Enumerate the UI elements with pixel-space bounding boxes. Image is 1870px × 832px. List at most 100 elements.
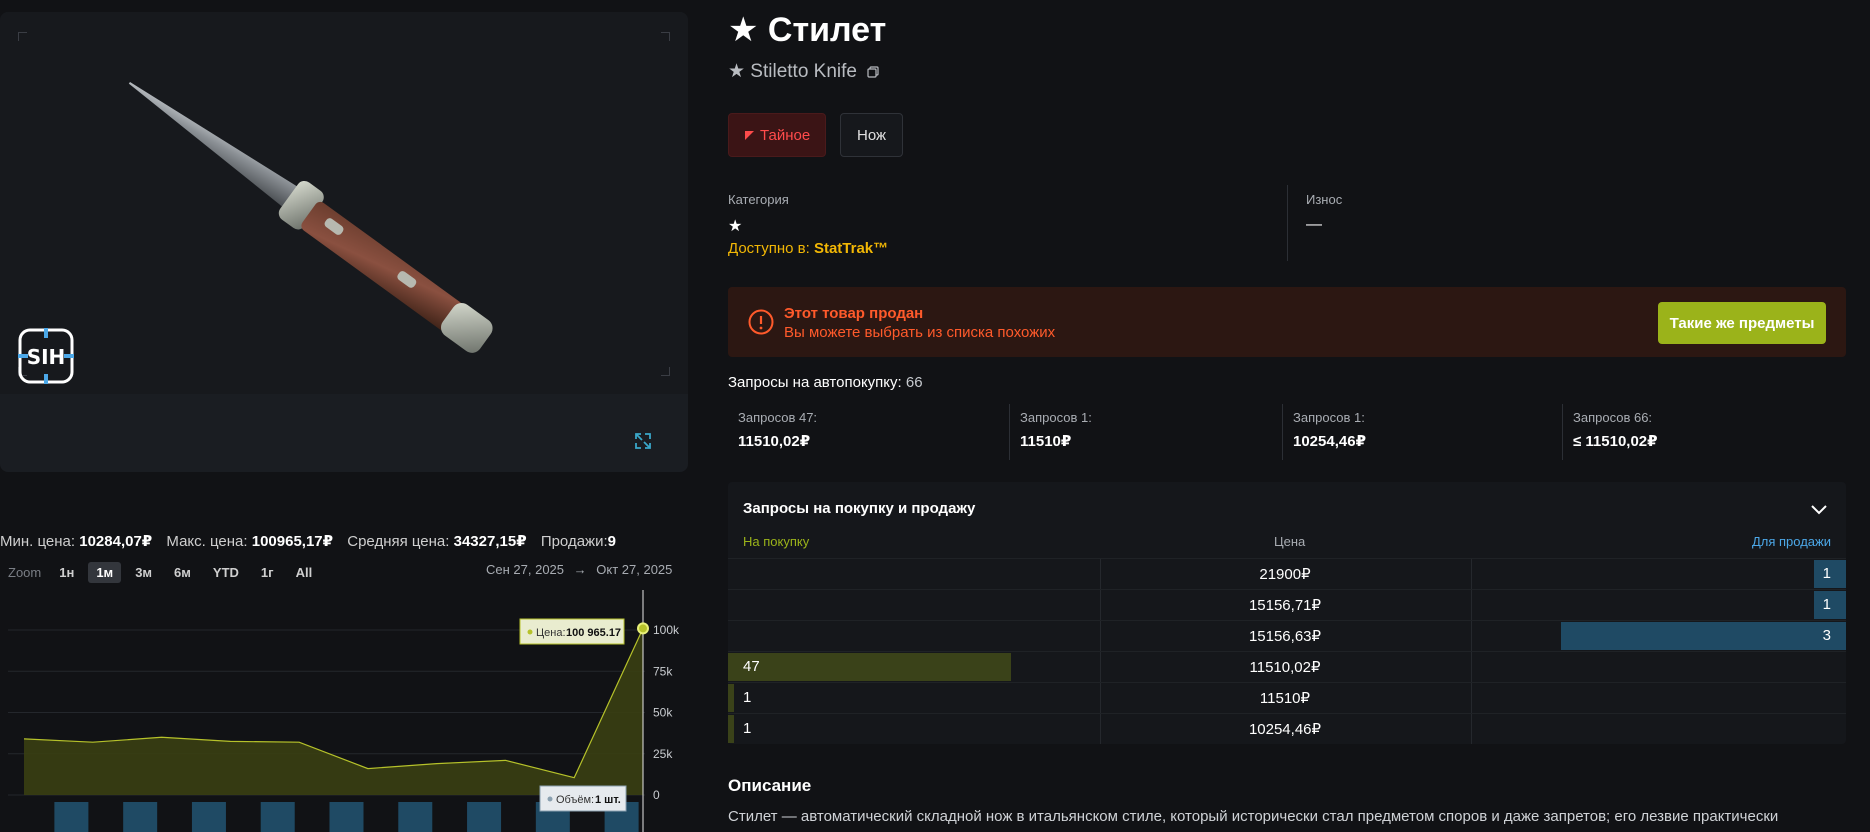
hover-point [637,622,649,635]
alert-text: Вы можете выбрать из списка похожих [784,324,1056,341]
min-price-label: Мин. цена: [0,533,76,550]
available-prefix: Доступно в: [728,240,810,257]
sales-label: Продажи: [540,533,608,550]
volume-bar [260,802,295,832]
sell-volume-bar [1561,622,1846,650]
copy-icon[interactable] [867,66,879,78]
min-price-value: 10284,07₽ [79,533,153,550]
alert-title: Этот товар продан [784,305,924,322]
orders-panel: Запросы на покупку и продажу На покупку … [728,482,1846,744]
avg-price-value: 34327,15₽ [453,533,527,550]
zoom-1m-button[interactable]: 1м [88,562,122,583]
category-label: Категория [728,192,789,207]
row-divider [1471,652,1472,682]
autobuy-count: 66 [905,374,923,391]
order-price: 15156,63₽ [1248,628,1322,645]
buy-quantity: 47 [743,658,760,675]
autobuy-separator [1282,404,1283,460]
frame-corner [661,32,670,41]
item-image-card: SIH [0,12,688,472]
price-area [24,628,643,795]
type-tag[interactable]: Нож [840,113,903,157]
tooltip-dot [527,629,533,635]
autobuy-summary: Запросы на автопокупку: 66 [728,374,923,391]
autobuy-separator [1009,404,1010,460]
y-tick-label: 50k [653,706,673,720]
row-divider [1471,714,1472,744]
buy-volume-bar [728,715,734,743]
y-tick-label: 100k [653,623,680,637]
order-price: 10254,46₽ [1248,721,1322,738]
autobuy-box-label: Запросов 1: [1293,410,1365,425]
expand-icon[interactable] [634,432,652,450]
sih-logo: SIH [18,328,74,384]
autobuy-box: Запросов 66: ≤ 11510,02₽ [1573,404,1835,460]
rarity-tag[interactable]: Тайное [728,113,826,157]
row-divider [1471,590,1472,620]
frame-corner [661,367,670,376]
autobuy-box-label: Запросов 47: [738,410,818,425]
autobuy-box: Запросов 1: 10254,46₽ [1293,404,1555,460]
row-divider [1471,559,1472,589]
order-price: 21900₽ [1259,566,1311,583]
autobuy-box-label: Запросов 1: [1020,410,1092,425]
orders-title: Запросы на покупку и продажу [743,500,976,517]
autobuy-box-label: Запросов 66: [1573,410,1653,425]
row-divider [1471,683,1472,713]
date-range[interactable]: Сен 27, 2025 → Окт 27, 2025 [486,562,672,577]
available-in: Доступно в: StatTrak™ [728,240,888,257]
description-title: Описание [728,776,812,795]
svg-text:SIH: SIH [27,345,66,369]
tooltip-price-label: Цена: [536,627,566,639]
autobuy-box-value: 11510₽ [1020,433,1072,450]
sell-column-header[interactable]: Для продажи [1752,534,1831,549]
order-price: 15156,71₽ [1248,597,1322,614]
autobuy-box: Запросов 1: 11510₽ [1020,404,1282,460]
autobuy-separator [1562,404,1563,460]
volume-bar [123,802,158,832]
order-row: 21900₽ 1 [728,558,1846,589]
zoom-3m-button[interactable]: 3м [127,562,160,583]
autobuy-box-value: ≤ 11510,02₽ [1573,433,1658,450]
stiletto-knife-image [128,82,493,353]
warning-icon [748,309,774,335]
price-chart[interactable]: 100k 75k 50k 25k 0 Цена: 100 965.17 Объём: 1 шт. [0,590,688,832]
date-to[interactable]: Окт 27, 2025 [596,562,672,577]
info-divider [1287,185,1288,261]
row-divider [1471,621,1472,651]
description-text: Стилет — автоматический складной нож в и… [728,808,1779,825]
zoom-label: Zoom [8,565,42,580]
volume-bar [191,802,226,832]
buy-volume-bar [728,684,734,712]
order-row: 15156,63₽ 3 [728,620,1846,651]
order-row: 1 11510₽ [728,682,1846,713]
avg-price-label: Средняя цена: [347,533,450,550]
date-from[interactable]: Сен 27, 2025 [486,562,564,577]
item-subtitle: ★ Stiletto Knife [728,60,879,83]
order-row: 1 10254,46₽ [728,713,1846,744]
type-tag-label: Нож [857,126,887,144]
similar-items-button[interactable]: Такие же предметы [1658,302,1826,344]
buy-quantity: 1 [743,720,752,737]
zoom-controls: Zoom 1н 1м 3м 6м YTD 1г All [8,562,326,583]
chevron-down-icon[interactable] [1810,500,1828,518]
y-tick-label: 75k [653,664,673,678]
zoom-6m-button[interactable]: 6м [166,562,199,583]
zoom-1y-button[interactable]: 1г [253,562,282,583]
volume-bar [467,802,502,832]
buy-volume-bar [728,653,1011,681]
frame-corner [18,32,27,41]
autobuy-box: Запросов 47: 11510,02₽ [738,404,1000,460]
order-price: 11510₽ [1259,690,1311,707]
sales-value: 9 [607,533,616,550]
item-title: ★ Стилет [728,11,887,49]
zoom-all-button[interactable]: All [288,562,321,583]
sold-alert: Этот товар продан Вы можете выбрать из с… [728,287,1846,357]
y-tick-label: 0 [653,788,660,802]
wear-value: — [1306,216,1322,233]
date-arrow: → [573,562,587,577]
sell-quantity: 1 [1822,596,1831,613]
zoom-ytd-button[interactable]: YTD [205,562,247,583]
buy-quantity: 1 [743,689,752,706]
zoom-1w-button[interactable]: 1н [51,562,82,583]
